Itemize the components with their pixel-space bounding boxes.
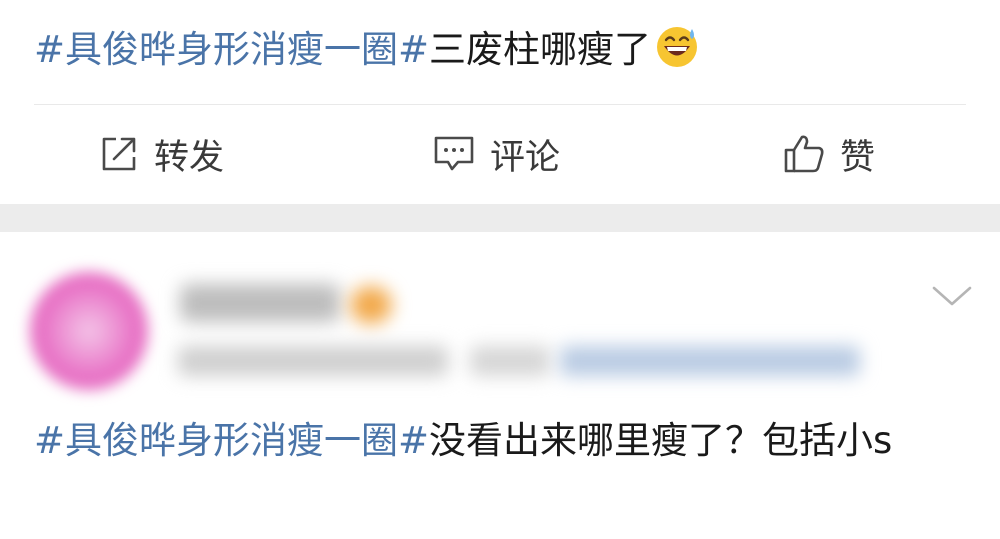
action-bar: 转发 评论 赞 [0, 106, 1000, 202]
blurred-source-link[interactable] [560, 346, 860, 376]
share-box-icon [98, 133, 140, 175]
like-label: 赞 [840, 137, 876, 178]
blurred-username[interactable] [180, 284, 340, 322]
comment-topic-link[interactable]: #具俊晔身形消瘦一圈# [34, 419, 429, 462]
repost-button[interactable]: 转发 [98, 106, 224, 202]
divider [34, 104, 966, 105]
comment-bubble-icon [432, 133, 476, 175]
thumbs-up-icon [782, 133, 826, 175]
comment-item: #具俊晔身形消瘦一圈#没看出来哪里瘦了？包括小s [0, 232, 1000, 539]
repost-label: 转发 [154, 137, 225, 178]
comment-button[interactable]: 评论 [432, 106, 560, 202]
blurred-timestamp [178, 346, 448, 376]
grinning-sweat-emoji-icon [655, 25, 699, 69]
blurred-meta [470, 346, 550, 376]
post-body-text: 三废柱哪瘦了 [429, 28, 652, 71]
section-separator [0, 204, 1000, 232]
post-topic-link[interactable]: #具俊晔身形消瘦一圈# [34, 28, 429, 71]
comment-body-text: 没看出来哪里瘦了？包括小s [429, 419, 893, 462]
chevron-down-icon[interactable] [930, 282, 974, 312]
post-text: #具俊晔身形消瘦一圈#三废柱哪瘦了 [34, 22, 699, 78]
avatar[interactable] [30, 272, 154, 396]
comment-label: 评论 [490, 137, 561, 178]
comment-text: #具俊晔身形消瘦一圈#没看出来哪里瘦了？包括小s [34, 410, 974, 472]
blurred-badge [350, 286, 392, 324]
like-button[interactable]: 赞 [782, 106, 875, 202]
